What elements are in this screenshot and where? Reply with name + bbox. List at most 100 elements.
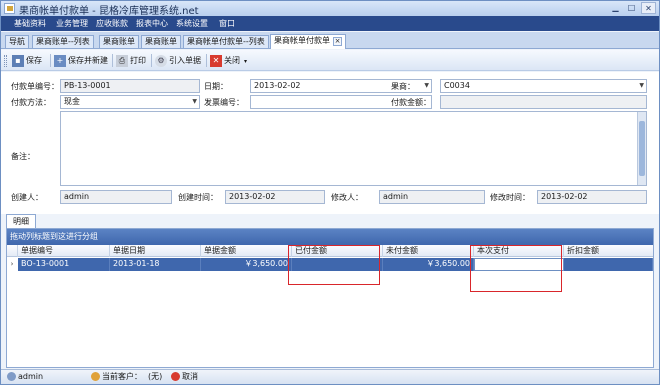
date-label: 日期： <box>204 82 228 91</box>
status-cancel[interactable]: 取消 <box>171 370 198 384</box>
amount-field[interactable] <box>440 95 647 109</box>
import-button[interactable]: ⚙ 引入单据 <box>155 54 201 68</box>
print-label: 打印 <box>130 56 146 65</box>
menu-reports[interactable]: 报表中心 <box>136 18 168 29</box>
status-cancel-label: 取消 <box>182 372 198 381</box>
row-indicator-header <box>7 245 18 257</box>
toolbar-grip[interactable] <box>4 55 7 67</box>
toolbar-separator <box>50 54 51 67</box>
document-tabs: 导航 果商账单--列表 果商账单 果商账单 果商帐单付款单--列表 果商帐单付款… <box>1 32 659 49</box>
save-new-label: 保存并新建 <box>68 56 108 65</box>
user-icon <box>7 372 16 381</box>
tab-vendor-bill-1[interactable]: 果商账单 <box>99 35 139 48</box>
vendor-label: 果商： <box>391 82 415 91</box>
cell-discount[interactable] <box>564 258 653 271</box>
created-field[interactable]: 2013-02-02 <box>225 190 325 204</box>
menu-settings[interactable]: 系统设置 <box>176 18 208 29</box>
tab-payment-label: 果商帐单付款单 <box>274 36 330 45</box>
cell-unpaid[interactable]: ￥3,650.00 <box>383 258 474 271</box>
print-button[interactable]: ⎙ 打印 <box>116 54 146 68</box>
menu-bar: 基础资料 业务管理 应收账款 报表中心 系统设置 窗口 <box>1 16 659 31</box>
minimize-icon[interactable]: ▁ <box>608 2 623 14</box>
save-label: 保存 <box>26 56 42 65</box>
menu-business[interactable]: 业务管理 <box>56 18 88 29</box>
created-label: 创建时间： <box>178 193 218 202</box>
remark-textarea[interactable] <box>60 111 647 186</box>
import-label: 引入单据 <box>169 56 201 65</box>
pay-method-select[interactable]: 现金 ▼ <box>60 95 200 109</box>
column-header-doc-no[interactable]: 单据编号 <box>18 245 110 257</box>
status-customer: 当前客户： (无) <box>91 370 162 384</box>
pay-method-value: 现金 <box>64 97 80 106</box>
toolbar: ▪ 保存 + 保存并新建 ⎙ 打印 ⚙ 引入单据 ✕ 关闭 ▾ <box>1 50 659 71</box>
tab-vendor-bill-list[interactable]: 果商账单--列表 <box>32 35 94 48</box>
chevron-down-icon: ▾ <box>244 58 248 65</box>
tab-detail[interactable]: 明细 <box>6 214 36 228</box>
window-title: 果商帐单付款单 - 昆格冷库管理系统.net <box>19 6 199 17</box>
save-new-icon: + <box>54 54 66 67</box>
vendor-field[interactable]: C0034 ▼ <box>440 79 647 93</box>
status-customer-label: 当前客户： <box>102 372 142 381</box>
toolbar-separator <box>206 54 207 67</box>
tab-vendor-bill-2[interactable]: 果商账单 <box>141 35 181 48</box>
menu-window[interactable]: 窗口 <box>219 18 235 29</box>
remark-scrollbar[interactable] <box>637 112 646 185</box>
title-bar: 果商帐单付款单 - 昆格冷库管理系统.net ▁ □ ✕ <box>1 1 659 17</box>
app-icon <box>4 3 15 14</box>
cell-doc-date[interactable]: 2013-01-18 <box>110 258 201 271</box>
save-and-new-button[interactable]: + 保存并新建 <box>54 54 108 68</box>
cell-doc-no[interactable]: BO-13-0001 <box>18 258 110 271</box>
tab-navigation[interactable]: 导航 <box>5 35 29 48</box>
save-icon: ▪ <box>12 54 24 67</box>
menu-receivables[interactable]: 应收账款 <box>96 18 128 29</box>
date-value: 2013-02-02 <box>254 81 301 90</box>
creator-label: 创建人： <box>11 193 43 202</box>
close-label: 关闭 <box>224 56 240 65</box>
payment-form: 付款单编号： PB-13-0001 日期： 2013-02-02 ▼ 果商： C0… <box>1 72 659 214</box>
close-button[interactable]: ✕ 关闭 ▾ <box>210 54 247 68</box>
printer-icon: ⎙ <box>116 54 128 67</box>
cancel-icon <box>171 372 180 381</box>
menu-basic-data[interactable]: 基础资料 <box>14 18 46 29</box>
vendor-value: C0034 <box>444 81 470 90</box>
chevron-down-icon[interactable]: ▼ <box>424 80 429 92</box>
modified-field[interactable]: 2013-02-02 <box>537 190 647 204</box>
toolbar-separator <box>151 54 152 67</box>
gear-icon: ⚙ <box>155 54 167 67</box>
chevron-down-icon[interactable]: ▼ <box>639 80 644 92</box>
tab-payment-list[interactable]: 果商帐单付款单--列表 <box>183 35 269 48</box>
amount-label: 付款金额： <box>391 98 431 107</box>
column-header-unpaid[interactable]: 未付金额 <box>383 245 474 257</box>
highlight-box-paid <box>288 245 380 285</box>
creator-field[interactable]: admin <box>60 190 172 204</box>
status-bar: admin 当前客户： (无) 取消 <box>1 369 659 384</box>
toolbar-separator <box>112 54 113 67</box>
modifier-label: 修改人： <box>331 193 363 202</box>
tab-payment[interactable]: 果商帐单付款单 × <box>270 34 346 49</box>
status-customer-value: (无) <box>148 372 163 381</box>
column-header-discount[interactable]: 折扣金额 <box>564 245 653 257</box>
save-button[interactable]: ▪ 保存 <box>12 54 42 68</box>
pay-method-label: 付款方法： <box>11 98 51 107</box>
status-user: admin <box>7 370 43 384</box>
column-header-doc-date[interactable]: 单据日期 <box>110 245 201 257</box>
main-window: 果商帐单付款单 - 昆格冷库管理系统.net ▁ □ ✕ 基础资料 业务管理 应… <box>0 0 660 385</box>
invoice-label: 发票编号： <box>204 98 244 107</box>
doc-no-label: 付款单编号： <box>11 82 59 91</box>
close-icon[interactable]: × <box>333 37 342 46</box>
remark-label: 备注： <box>11 152 35 161</box>
cell-doc-amount[interactable]: ￥3,650.00 <box>201 258 292 271</box>
group-by-panel[interactable]: 拖动列标题到这进行分组 <box>7 229 653 245</box>
column-header-doc-amount[interactable]: 单据金额 <box>201 245 292 257</box>
maximize-icon[interactable]: □ <box>624 2 639 14</box>
modifier-field[interactable]: admin <box>379 190 485 204</box>
doc-no-field[interactable]: PB-13-0001 <box>60 79 200 93</box>
close-icon: ✕ <box>210 54 222 67</box>
chevron-down-icon[interactable]: ▼ <box>192 96 197 108</box>
modified-label: 修改时间： <box>490 193 530 202</box>
close-icon[interactable]: ✕ <box>641 2 656 14</box>
person-icon <box>91 372 100 381</box>
highlight-box-this-payment <box>470 245 562 292</box>
row-indicator-icon: › <box>10 260 14 268</box>
status-user-name: admin <box>18 372 44 381</box>
